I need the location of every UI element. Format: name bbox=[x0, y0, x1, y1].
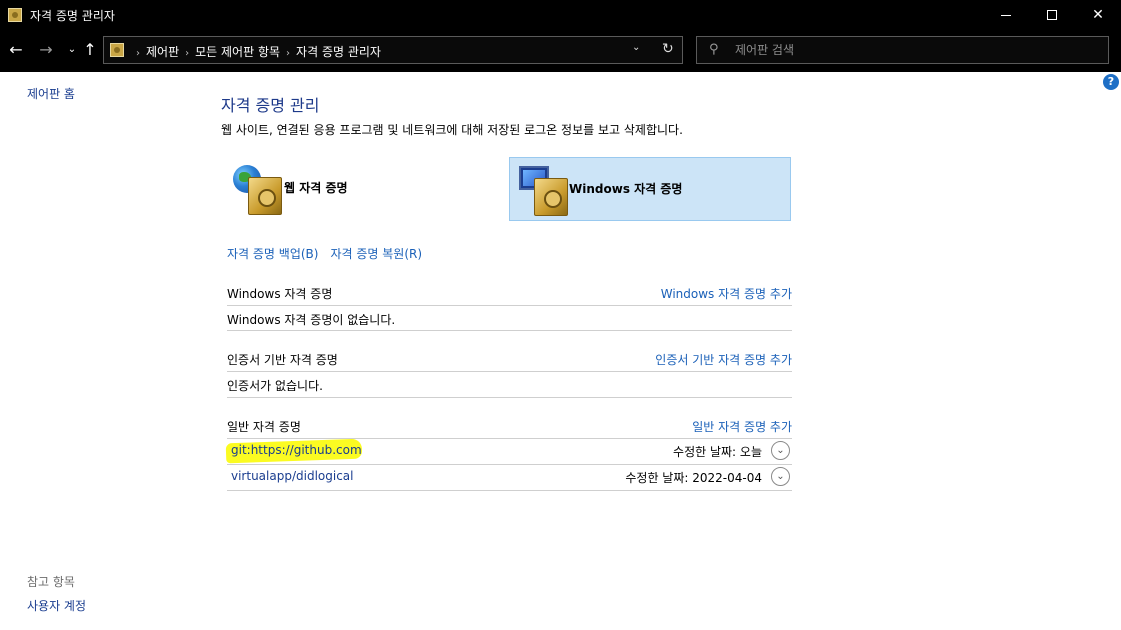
certificate-credentials-empty-message: 인증서가 없습니다. bbox=[227, 379, 323, 393]
breadcrumb-separator[interactable]: › bbox=[136, 48, 140, 59]
navigation-bar: ← → ⌄ ↑ › 제어판 › 모든 제어판 항목 › 자격 증명 관리자 ⌄ ↻ ⚲ bbox=[0, 30, 1121, 72]
credential-row-virtualapp[interactable]: virtualapp/didlogical 수정한 날짜: 2022-04-04… bbox=[227, 465, 792, 491]
page-title: 자격 증명 관리 bbox=[221, 96, 320, 115]
minimize-icon bbox=[1001, 14, 1011, 16]
divider bbox=[227, 371, 792, 372]
windows-credentials-empty-message: Windows 자격 증명이 없습니다. bbox=[227, 313, 396, 327]
windows-credentials-section-header: Windows 자격 증명 Windows 자격 증명 추가 bbox=[227, 285, 792, 307]
credential-manager-icon bbox=[8, 8, 22, 22]
credential-modified-date: 수정한 날짜: 오늘 bbox=[673, 445, 762, 459]
address-dropdown-icon[interactable]: ⌄ bbox=[632, 42, 640, 53]
minimize-button[interactable] bbox=[983, 0, 1029, 30]
credential-row-github[interactable]: git:https://github.com 수정한 날짜: 오늘 ⌄ bbox=[227, 439, 792, 465]
web-credentials-label: 웹 자격 증명 bbox=[284, 181, 348, 195]
control-panel-icon bbox=[110, 43, 124, 57]
divider bbox=[227, 330, 792, 331]
add-windows-credential-link[interactable]: Windows 자격 증명 추가 bbox=[661, 285, 792, 302]
breadcrumb-credential-manager[interactable]: 자격 증명 관리자 bbox=[296, 45, 381, 59]
control-panel-home-link[interactable]: 제어판 홈 bbox=[27, 85, 75, 102]
windows-credentials-label: Windows 자격 증명 bbox=[569, 182, 683, 196]
breadcrumb: › 제어판 › 모든 제어판 항목 › 자격 증명 관리자 bbox=[130, 43, 381, 60]
credential-name[interactable]: git:https://github.com bbox=[231, 443, 362, 457]
backup-restore-links: 자격 증명 백업(B) 자격 증명 복원(R) bbox=[227, 245, 434, 262]
search-icon: ⚲ bbox=[709, 42, 719, 57]
see-also-label: 참고 항목 bbox=[27, 575, 75, 589]
divider bbox=[227, 397, 792, 398]
generic-credentials-section-header: 일반 자격 증명 일반 자격 증명 추가 bbox=[227, 418, 792, 440]
forward-arrow-icon: → bbox=[39, 40, 53, 59]
add-generic-credential-link[interactable]: 일반 자격 증명 추가 bbox=[692, 418, 792, 435]
credential-modified-date: 수정한 날짜: 2022-04-04 bbox=[625, 471, 762, 485]
search-box[interactable]: ⚲ bbox=[696, 36, 1109, 64]
close-icon: ✕ bbox=[1092, 7, 1104, 23]
expand-chevron-icon[interactable]: ⌄ bbox=[771, 467, 790, 486]
user-accounts-link[interactable]: 사용자 계정 bbox=[27, 597, 86, 614]
breadcrumb-separator[interactable]: › bbox=[286, 48, 290, 59]
breadcrumb-control-panel[interactable]: 제어판 bbox=[146, 45, 179, 59]
divider bbox=[227, 490, 792, 491]
back-arrow-icon: ← bbox=[9, 40, 23, 59]
page-description: 웹 사이트, 연결된 응용 프로그램 및 네트워크에 대해 저장된 로그온 정보… bbox=[221, 123, 683, 137]
address-bar[interactable]: › 제어판 › 모든 제어판 항목 › 자격 증명 관리자 ⌄ ↻ bbox=[103, 36, 683, 64]
certificate-credentials-section-header: 인증서 기반 자격 증명 인증서 기반 자격 증명 추가 bbox=[227, 351, 792, 373]
restore-credentials-link[interactable]: 자격 증명 복원(R) bbox=[330, 247, 422, 261]
close-button[interactable]: ✕ bbox=[1075, 0, 1121, 30]
maximize-button[interactable] bbox=[1029, 0, 1075, 30]
chevron-down-icon: ⌄ bbox=[67, 44, 77, 55]
expand-chevron-icon[interactable]: ⌄ bbox=[771, 441, 790, 460]
vault-icon bbox=[534, 178, 568, 216]
add-certificate-credential-link[interactable]: 인증서 기반 자격 증명 추가 bbox=[655, 351, 792, 368]
breadcrumb-all-items[interactable]: 모든 제어판 항목 bbox=[195, 45, 280, 59]
section-title: 일반 자격 증명 bbox=[227, 420, 301, 434]
window-title: 자격 증명 관리자 bbox=[30, 9, 115, 23]
section-title: Windows 자격 증명 bbox=[227, 287, 333, 301]
help-icon[interactable]: ? bbox=[1103, 74, 1119, 90]
recent-locations-button[interactable]: ⌄ bbox=[62, 40, 82, 60]
title-bar: 자격 증명 관리자 ✕ bbox=[0, 0, 1121, 30]
credential-name[interactable]: virtualapp/didlogical bbox=[231, 469, 353, 483]
forward-button[interactable]: → bbox=[36, 40, 56, 60]
up-arrow-icon: ↑ bbox=[83, 40, 97, 59]
divider bbox=[227, 305, 792, 306]
backup-credentials-link[interactable]: 자격 증명 백업(B) bbox=[227, 247, 318, 261]
web-credentials-tile[interactable]: 웹 자격 증명 bbox=[228, 157, 510, 221]
refresh-icon[interactable]: ↻ bbox=[662, 41, 674, 57]
up-button[interactable]: ↑ bbox=[80, 40, 100, 60]
back-button[interactable]: ← bbox=[6, 40, 26, 60]
vault-icon bbox=[248, 177, 282, 215]
breadcrumb-separator[interactable]: › bbox=[185, 48, 189, 59]
section-title: 인증서 기반 자격 증명 bbox=[227, 353, 338, 367]
maximize-icon bbox=[1047, 10, 1057, 20]
windows-credentials-tile[interactable]: Windows 자격 증명 bbox=[509, 157, 791, 221]
search-input[interactable] bbox=[735, 41, 1095, 59]
